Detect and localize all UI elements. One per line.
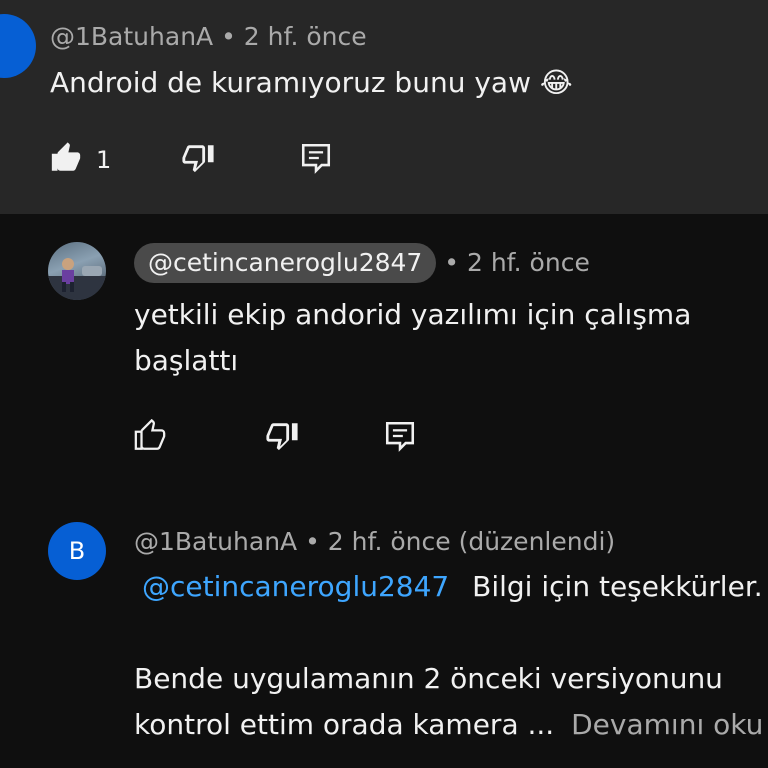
reply-text-line: yetkili ekip andorid yazılımı için çalış… — [134, 298, 692, 331]
author-handle[interactable]: @1BatuhanA — [134, 527, 297, 556]
like-button[interactable] — [132, 418, 168, 454]
reply-timestamp[interactable]: 2 hf. önce — [328, 527, 451, 556]
reply-text: @cetincaneroglu2847 Bilgi için teşekkürl… — [134, 564, 768, 748]
author-handle[interactable]: @1BatuhanA — [50, 22, 213, 51]
avatar-photo-icon — [48, 258, 106, 300]
reply-icon — [385, 421, 415, 452]
reply-meta: @cetincaneroglu2847 • 2 hf. önce — [134, 243, 590, 283]
avatar[interactable] — [0, 14, 36, 78]
reply-text-line: Bilgi için teşekkürler. — [472, 570, 763, 603]
dislike-button[interactable] — [180, 140, 216, 176]
thumbs-down-icon — [182, 145, 214, 173]
avatar-letter: B — [68, 537, 86, 565]
mention-link[interactable]: @cetincaneroglu2847 — [142, 570, 449, 603]
like-button[interactable] — [48, 140, 84, 176]
thumbs-up-icon — [134, 419, 166, 450]
thumbs-up-icon — [51, 142, 81, 171]
reply-timestamp[interactable]: 2 hf. önce — [467, 248, 590, 277]
like-count: 1 — [96, 146, 112, 174]
read-more-link[interactable]: Devamını oku — [571, 708, 763, 741]
comment-text: Android de kuramıyoruz bunu yaw 😂 — [50, 66, 573, 99]
reply-icon — [301, 143, 331, 174]
reply-text-line: başlattı — [134, 344, 239, 377]
reply-text: yetkili ekip andorid yazılımı için çalış… — [134, 292, 691, 384]
edited-label: (düzenlendi) — [458, 527, 616, 556]
comment-meta: @1BatuhanA • 2 hf. önce — [50, 22, 367, 51]
reply-meta: @1BatuhanA • 2 hf. önce (düzenlendi) — [134, 527, 616, 556]
avatar[interactable] — [48, 242, 106, 300]
avatar[interactable]: B — [48, 522, 106, 580]
comment-card: @1BatuhanA • 2 hf. önce Android de kuram… — [0, 0, 768, 214]
reply-text-line: kontrol ettim orada kamera ... — [134, 708, 555, 741]
author-handle[interactable]: @cetincaneroglu2847 — [134, 243, 437, 283]
dislike-button[interactable] — [264, 418, 300, 454]
comment-timestamp[interactable]: 2 hf. önce — [244, 22, 367, 51]
reply-button[interactable] — [298, 140, 334, 176]
reply-text-line: Bende uygulamanın 2 önceki versiyonunu — [134, 662, 723, 695]
reply-button[interactable] — [382, 418, 418, 454]
thumbs-down-icon — [266, 423, 298, 451]
